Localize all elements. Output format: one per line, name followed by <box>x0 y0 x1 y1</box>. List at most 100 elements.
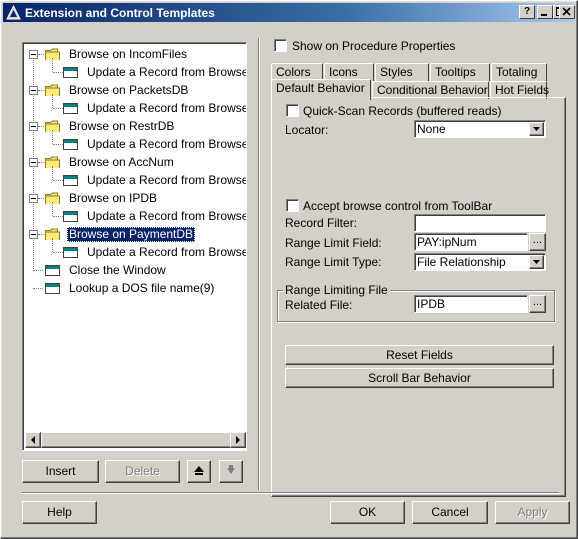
collapse-toggle-icon[interactable] <box>29 194 38 203</box>
tree-item-label: Lookup a DOS file name(9) <box>69 281 215 295</box>
window-icon <box>63 211 78 222</box>
help-label: Help <box>47 505 72 519</box>
cancel-button[interactable]: Cancel <box>412 501 488 524</box>
show-on-procedure-checkbox[interactable] <box>274 39 287 52</box>
quick-scan-label: Quick-Scan Records (buffered reads) <box>303 104 502 118</box>
tree-window-item[interactable]: Update a Record from Browse Box <box>25 202 246 225</box>
range-limit-field-value: PAY:ipNum <box>417 235 477 249</box>
quick-scan-checkbox[interactable] <box>286 104 299 117</box>
scroll-left-button[interactable] <box>25 432 41 448</box>
tree-folder-item[interactable]: Browse on PacketsDB <box>25 82 246 99</box>
tab-colors-label: Colors <box>276 65 311 79</box>
reset-fields-label: Reset Fields <box>386 348 453 362</box>
help-title-button[interactable]: ? <box>519 5 535 19</box>
tab-default-behavior-label: Default Behavior <box>276 81 365 95</box>
tree-window-item[interactable]: Update a Record from Browse Box <box>25 58 246 81</box>
tab-totaling-label: Totaling <box>496 65 538 79</box>
template-tree[interactable]: Browse on IncomFiles Update a Record from… <box>22 42 247 451</box>
tree-item-label: Browse on RestrDB <box>69 119 175 133</box>
apply-label: Apply <box>517 505 548 519</box>
tree-item-label: Update a Record from Browse Box <box>87 245 246 259</box>
delete-button[interactable]: Delete <box>105 460 180 483</box>
accept-browse-checkbox[interactable] <box>286 199 299 212</box>
tree-window-item[interactable]: Update a Record from Browse Box <box>25 166 246 189</box>
tree-window-item[interactable]: Update a Record from Browse Box <box>25 238 246 261</box>
tab-totaling[interactable]: Totaling <box>491 63 547 81</box>
tree-item-label: Update a Record from Browse Box <box>87 173 246 187</box>
locator-dropdown[interactable]: None <box>414 120 546 138</box>
locator-dropdown-button[interactable] <box>529 122 544 136</box>
record-filter-input[interactable] <box>414 214 546 232</box>
insert-button[interactable]: Insert <box>22 460 99 483</box>
tree-connector <box>38 162 44 163</box>
tree-connector <box>53 252 63 253</box>
horizontal-scrollbar[interactable] <box>25 432 246 448</box>
chevron-down-icon <box>533 127 540 131</box>
tree-window-item[interactable]: Update a Record from Browse Box <box>25 94 246 117</box>
ellipsis-icon: ... <box>532 296 543 308</box>
tree-window-item[interactable]: Lookup a DOS file name(9) <box>25 280 246 297</box>
tree-connector <box>52 166 53 180</box>
tree-folder-item[interactable]: Browse on IncomFiles <box>25 46 246 63</box>
minimize-button[interactable] <box>537 5 553 19</box>
tree-item-label: Update a Record from Browse Box <box>87 101 246 115</box>
tree-connector <box>33 288 43 289</box>
window-title: Extension and Control Templates <box>25 6 215 20</box>
tree-connector <box>38 234 44 235</box>
move-up-button[interactable] <box>187 460 211 483</box>
tree-folder-item[interactable]: Browse on PaymentDB <box>25 226 246 243</box>
tree-folder-item[interactable]: Browse on AccNum <box>25 154 246 171</box>
tree-item-label: Browse on PacketsDB <box>69 83 189 97</box>
collapse-toggle-icon[interactable] <box>29 50 38 59</box>
reset-fields-button[interactable]: Reset Fields <box>285 345 554 365</box>
collapse-toggle-icon[interactable] <box>29 158 38 167</box>
tree-connector <box>38 126 44 127</box>
tree-connector <box>38 90 44 91</box>
show-on-procedure-label: Show on Procedure Properties <box>292 39 456 53</box>
range-limit-field-input[interactable]: PAY:ipNum <box>414 233 528 251</box>
tree-item-label: Update a Record from Browse Box <box>87 209 246 223</box>
tree-folder-item[interactable]: Browse on RestrDB <box>25 118 246 135</box>
tree-connector <box>53 216 63 217</box>
app-icon <box>6 5 21 20</box>
scroll-bar-behavior-button[interactable]: Scroll Bar Behavior <box>285 368 554 388</box>
tree-connector <box>33 270 43 271</box>
collapse-toggle-icon[interactable] <box>29 230 38 239</box>
folder-icon <box>45 228 60 240</box>
folder-icon <box>45 84 60 96</box>
help-title-icon: ? <box>523 6 531 17</box>
apply-button[interactable]: Apply <box>495 501 570 524</box>
tab-tooltips[interactable]: Tooltips <box>430 63 490 81</box>
tree-window-item[interactable]: Close the Window <box>25 262 246 279</box>
range-limit-type-dropdown-button[interactable] <box>529 255 544 269</box>
tab-hot-fields-label: Hot Fields <box>495 83 550 97</box>
scroll-thumb[interactable] <box>41 432 232 448</box>
title-bar[interactable]: Extension and Control Templates ? <box>3 3 574 22</box>
tree-item-label: Browse on IncomFiles <box>69 47 188 61</box>
tree-window-item[interactable]: Update a Record from Browse Box <box>25 130 246 153</box>
related-file-lookup-button[interactable]: ... <box>529 295 546 313</box>
related-file-input[interactable]: IPDB <box>414 295 528 313</box>
scroll-right-button[interactable] <box>230 432 246 448</box>
move-down-button[interactable] <box>219 460 243 483</box>
footer-divider <box>22 492 559 494</box>
tree-connector <box>53 180 63 181</box>
tree-folder-item[interactable]: Browse on IPDB <box>25 190 246 207</box>
arrow-right-icon <box>236 436 240 444</box>
ok-button[interactable]: OK <box>330 501 405 524</box>
window-icon <box>45 283 60 294</box>
close-button[interactable] <box>559 5 575 19</box>
collapse-toggle-icon[interactable] <box>29 86 38 95</box>
close-icon <box>562 7 571 16</box>
tab-styles[interactable]: Styles <box>375 63 429 81</box>
tree-item-label: Browse on IPDB <box>69 191 158 205</box>
range-limit-type-dropdown[interactable]: File Relationship <box>414 253 546 271</box>
accept-browse-label: Accept browse control from ToolBar <box>303 199 493 213</box>
tree-connector <box>38 54 44 55</box>
range-limit-field-lookup-button[interactable]: ... <box>529 233 546 251</box>
collapse-toggle-icon[interactable] <box>29 122 38 131</box>
tree-item-label: Close the Window <box>69 263 166 277</box>
arrow-left-icon <box>31 436 35 444</box>
tab-default-behavior[interactable]: Default Behavior <box>271 79 371 100</box>
help-button[interactable]: Help <box>22 501 97 524</box>
